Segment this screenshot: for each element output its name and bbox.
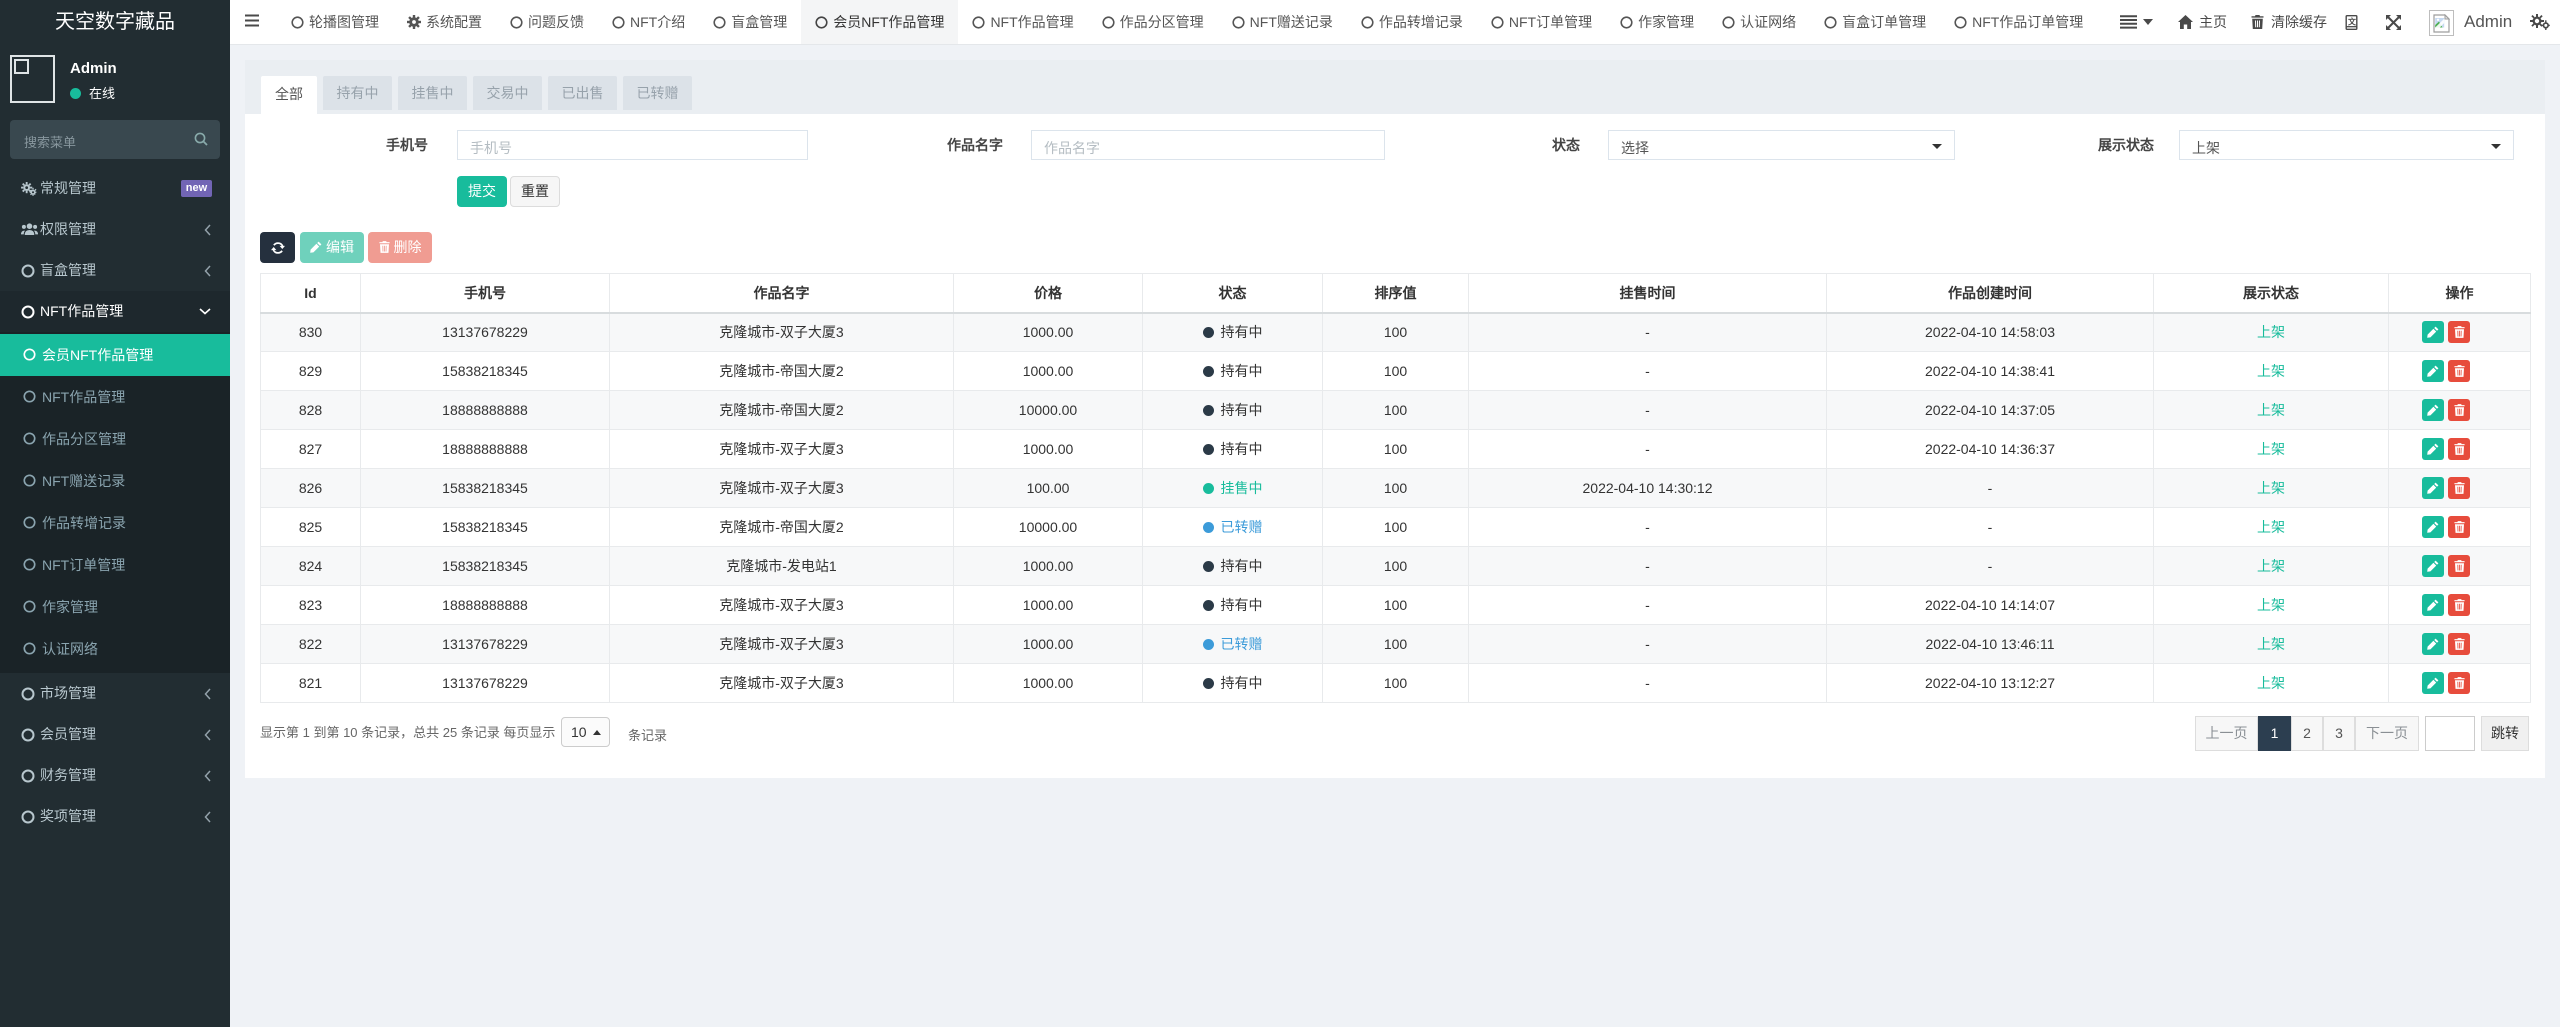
svg-text:文: 文 xyxy=(2348,16,2357,26)
